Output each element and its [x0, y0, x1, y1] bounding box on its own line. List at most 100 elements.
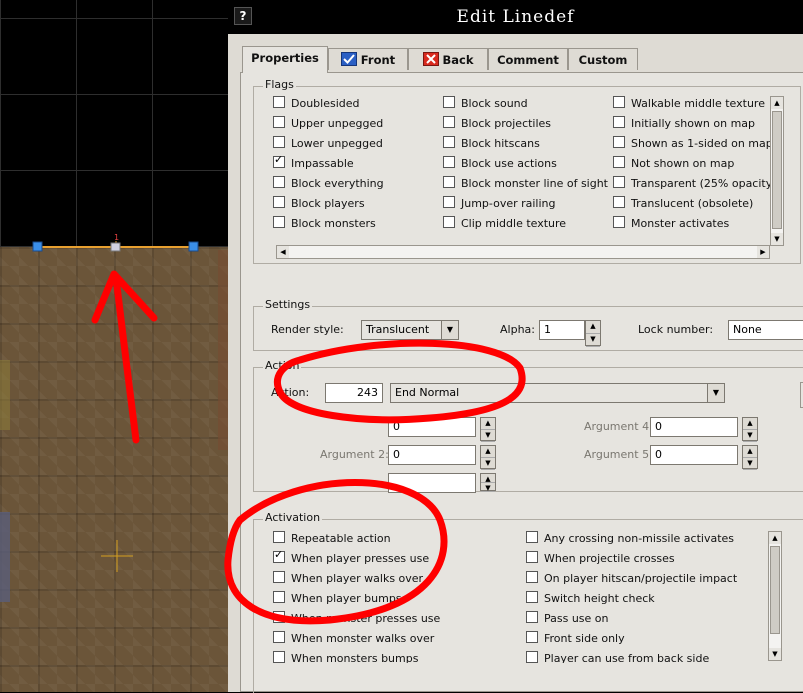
- scroll-up-icon[interactable]: ▲: [769, 532, 781, 544]
- checkbox-unchecked-icon[interactable]: [526, 531, 538, 543]
- argument-4-spinner[interactable]: ▲ ▼: [742, 417, 758, 442]
- flag-checkbox[interactable]: Clip middle texture: [443, 215, 566, 233]
- checkbox-unchecked-icon[interactable]: [613, 196, 625, 208]
- tab-comment[interactable]: Comment: [488, 48, 568, 70]
- flag-checkbox[interactable]: Initially shown on map: [613, 115, 755, 133]
- checkbox-checked-icon[interactable]: [273, 548, 285, 563]
- flag-checkbox[interactable]: Block hitscans: [443, 135, 540, 153]
- activation-checkbox[interactable]: When monster presses use: [273, 610, 440, 628]
- checkbox-unchecked-icon[interactable]: [443, 116, 455, 128]
- checkbox-unchecked-icon[interactable]: [613, 136, 625, 148]
- alpha-input[interactable]: 1: [539, 320, 585, 340]
- checkbox-unchecked-icon[interactable]: [443, 196, 455, 208]
- flag-checkbox[interactable]: Transparent (25% opacity): [613, 175, 773, 193]
- tab-custom[interactable]: Custom: [568, 48, 638, 70]
- argument-2-input[interactable]: 0: [388, 445, 476, 465]
- checkbox-unchecked-icon[interactable]: [613, 96, 625, 108]
- checkbox-unchecked-icon[interactable]: [526, 651, 538, 663]
- argument-5-spinner[interactable]: ▲ ▼: [742, 445, 758, 470]
- checkbox-unchecked-icon[interactable]: [443, 216, 455, 228]
- tab-front[interactable]: Front: [328, 48, 408, 70]
- checkbox-unchecked-icon[interactable]: [273, 651, 285, 663]
- checkbox-unchecked-icon[interactable]: [526, 611, 538, 623]
- flag-checkbox[interactable]: Block sound: [443, 95, 528, 113]
- scroll-up-icon[interactable]: ▲: [771, 97, 783, 109]
- vertex-1[interactable]: [32, 241, 43, 252]
- checkbox-unchecked-icon[interactable]: [613, 116, 625, 128]
- activation-checkbox[interactable]: When projectile crosses: [526, 550, 675, 568]
- checkbox-unchecked-icon[interactable]: [273, 136, 285, 148]
- checkbox-unchecked-icon[interactable]: [443, 176, 455, 188]
- checkbox-unchecked-icon[interactable]: [273, 571, 285, 583]
- checkbox-unchecked-icon[interactable]: [613, 156, 625, 168]
- scroll-down-icon[interactable]: ▼: [771, 233, 783, 245]
- checkbox-unchecked-icon[interactable]: [273, 611, 285, 623]
- activation-checkbox[interactable]: When player bumps: [273, 590, 402, 608]
- checkbox-unchecked-icon[interactable]: [443, 96, 455, 108]
- argument-2-spinner[interactable]: ▲ ▼: [480, 445, 496, 470]
- argument-4-input[interactable]: 0: [650, 417, 738, 437]
- argument-5-input[interactable]: 0: [650, 445, 738, 465]
- scroll-thumb[interactable]: [772, 111, 782, 229]
- checkbox-unchecked-icon[interactable]: [613, 176, 625, 188]
- alpha-spinner[interactable]: ▲ ▼: [585, 320, 601, 347]
- flag-checkbox[interactable]: Doublesided: [273, 95, 360, 113]
- flags-hscrollbar[interactable]: ◀ ▶: [276, 245, 770, 259]
- activation-checkbox[interactable]: Front side only: [526, 630, 625, 648]
- checkbox-unchecked-icon[interactable]: [443, 156, 455, 168]
- action-dropdown[interactable]: End Normal ▼: [390, 383, 725, 403]
- activation-checkbox[interactable]: On player hitscan/projectile impact: [526, 570, 737, 588]
- activation-checkbox[interactable]: When player walks over: [273, 570, 423, 588]
- argument-1-spinner[interactable]: ▲ ▼: [480, 417, 496, 442]
- map-viewport[interactable]: 1: [0, 0, 228, 692]
- activation-checkbox[interactable]: Any crossing non-missile activates: [526, 530, 734, 548]
- scroll-right-icon[interactable]: ▶: [757, 246, 769, 258]
- render-style-dropdown[interactable]: Translucent ▼: [361, 320, 459, 340]
- checkbox-unchecked-icon[interactable]: [613, 216, 625, 228]
- action-number-input[interactable]: 243: [325, 383, 383, 403]
- checkbox-unchecked-icon[interactable]: [273, 631, 285, 643]
- tab-back[interactable]: Back: [408, 48, 488, 70]
- activation-vscrollbar[interactable]: ▲ ▼: [768, 531, 782, 661]
- flag-checkbox[interactable]: Upper unpegged: [273, 115, 383, 133]
- checkbox-unchecked-icon[interactable]: [273, 116, 285, 128]
- activation-checkbox[interactable]: When player presses use: [273, 548, 429, 568]
- scroll-thumb[interactable]: [770, 546, 780, 634]
- flag-checkbox[interactable]: Block use actions: [443, 155, 557, 173]
- activation-checkbox[interactable]: Switch height check: [526, 590, 655, 608]
- checkbox-unchecked-icon[interactable]: [273, 216, 285, 228]
- flag-checkbox[interactable]: Jump-over railing: [443, 195, 556, 213]
- checkbox-unchecked-icon[interactable]: [526, 571, 538, 583]
- checkbox-unchecked-icon[interactable]: [273, 96, 285, 108]
- activation-checkbox[interactable]: Pass use on: [526, 610, 609, 628]
- tab-properties[interactable]: Properties: [242, 46, 328, 73]
- scroll-down-icon[interactable]: ▼: [769, 648, 781, 660]
- checkbox-unchecked-icon[interactable]: [273, 531, 285, 543]
- lock-number-input[interactable]: None: [728, 320, 803, 340]
- flags-vscrollbar[interactable]: ▲ ▼: [770, 96, 784, 246]
- flag-checkbox[interactable]: Not shown on map: [613, 155, 734, 173]
- checkbox-unchecked-icon[interactable]: [273, 196, 285, 208]
- flag-checkbox[interactable]: Translucent (obsolete): [613, 195, 753, 213]
- activation-checkbox[interactable]: When monsters bumps: [273, 650, 418, 663]
- checkbox-unchecked-icon[interactable]: [273, 176, 285, 188]
- argument-3-spinner[interactable]: ▲ ▼: [480, 473, 496, 492]
- checkbox-checked-icon[interactable]: [273, 153, 285, 168]
- checkbox-unchecked-icon[interactable]: [273, 591, 285, 603]
- flag-checkbox[interactable]: Impassable: [273, 153, 354, 173]
- flag-checkbox[interactable]: Walkable middle texture: [613, 95, 765, 113]
- checkbox-unchecked-icon[interactable]: [526, 591, 538, 603]
- checkbox-unchecked-icon[interactable]: [526, 551, 538, 563]
- flag-checkbox[interactable]: Block monster line of sight: [443, 175, 608, 193]
- flag-checkbox[interactable]: Monster activates: [613, 215, 729, 233]
- activation-checkbox[interactable]: Repeatable action: [273, 530, 391, 548]
- activation-checkbox[interactable]: Player can use from back side: [526, 650, 709, 663]
- checkbox-unchecked-icon[interactable]: [526, 631, 538, 643]
- activation-checkbox[interactable]: When monster walks over: [273, 630, 434, 648]
- flag-checkbox[interactable]: Shown as 1-sided on map: [613, 135, 773, 153]
- flag-checkbox[interactable]: Block projectiles: [443, 115, 551, 133]
- flag-checkbox[interactable]: Block players: [273, 195, 365, 213]
- argument-3-input[interactable]: [388, 473, 476, 493]
- flag-checkbox[interactable]: Block everything: [273, 175, 384, 193]
- scroll-left-icon[interactable]: ◀: [277, 246, 289, 258]
